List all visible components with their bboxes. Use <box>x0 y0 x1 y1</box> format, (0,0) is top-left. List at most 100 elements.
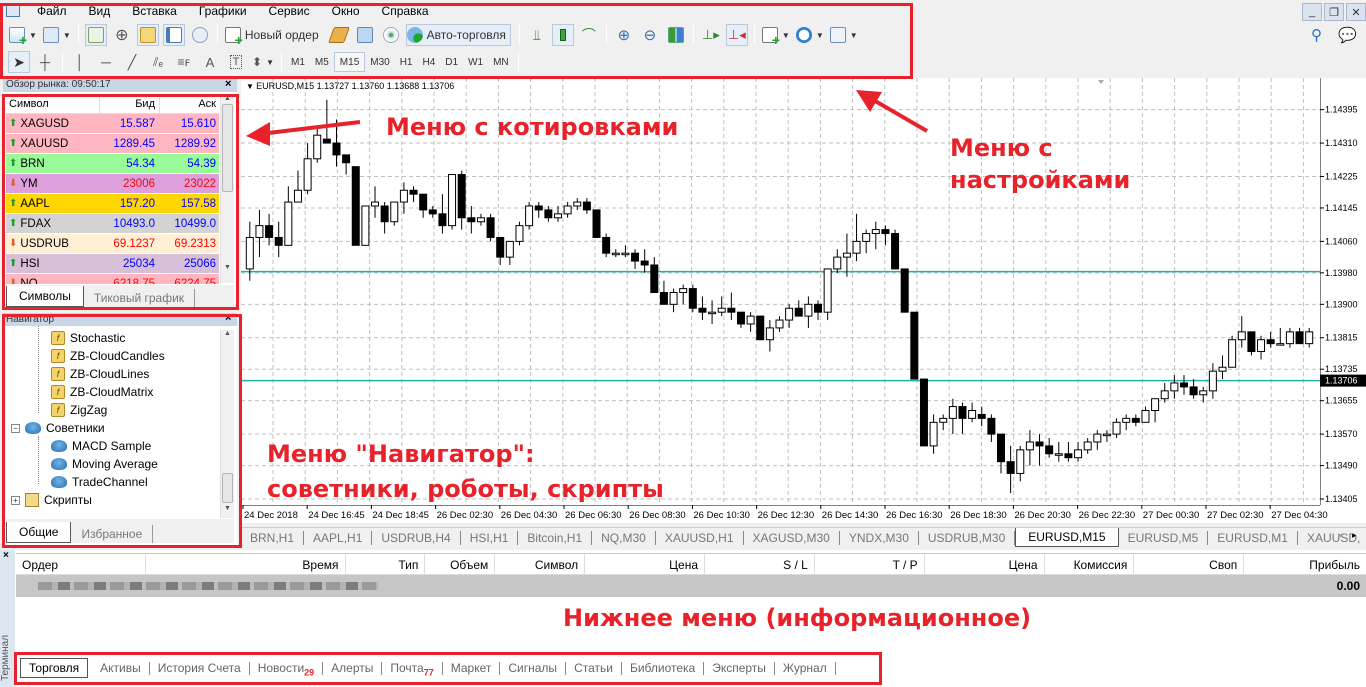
terminal-tab[interactable]: Статьи <box>566 661 622 675</box>
scroll-up-icon[interactable]: ▲ <box>221 330 234 337</box>
navigator-close-icon[interactable]: × <box>225 312 231 324</box>
timeframe-m1[interactable]: M1 <box>286 52 310 72</box>
fibonacci-button[interactable]: ≡ꜰ <box>173 51 195 73</box>
navigator-item-expert[interactable]: MACD Sample <box>51 437 151 455</box>
chart-tab[interactable]: AAPL,H1 <box>304 531 373 545</box>
terminal-tab[interactable]: Библиотека <box>622 661 705 675</box>
new-chart-button[interactable]: + ▼ <box>8 24 38 47</box>
column-ask[interactable]: Аск <box>159 95 219 113</box>
terminal-button[interactable] <box>162 24 185 46</box>
menu-window[interactable]: Окно <box>321 0 371 22</box>
timeframe-d1[interactable]: D1 <box>440 52 463 72</box>
tile-windows-button[interactable] <box>665 24 687 46</box>
new-order-button[interactable]: + Новый ордер <box>224 24 324 47</box>
timeframe-mn[interactable]: MN <box>488 52 514 72</box>
crosshair-button[interactable]: ┼ <box>34 51 56 73</box>
timeframe-m5[interactable]: M5 <box>310 52 334 72</box>
menu-file[interactable]: Файл <box>26 0 78 22</box>
bar-chart-button[interactable]: ⫫ <box>526 24 548 46</box>
terminal-tab[interactable]: Активы <box>92 661 150 675</box>
market-watch-row[interactable]: ⬆ HSI 25034 25066 <box>6 254 219 274</box>
timeframe-m15[interactable]: M15 <box>333 52 366 72</box>
terminal-tab[interactable]: Новости29 <box>250 661 324 677</box>
terminal-tab[interactable]: Алерты <box>323 661 383 675</box>
column-header[interactable]: Цена <box>585 554 705 574</box>
terminal-tab[interactable]: Журнал <box>775 661 836 675</box>
collapse-icon[interactable]: − <box>11 423 20 433</box>
indicators-button[interactable]: + ▼ <box>761 24 791 47</box>
text-label-button[interactable]: T <box>225 51 247 73</box>
expand-icon[interactable]: + <box>11 495 20 505</box>
horizontal-line-button[interactable]: ─ <box>95 51 117 73</box>
menu-insert[interactable]: Вставка <box>121 0 188 22</box>
terminal-tab[interactable]: Сигналы <box>500 661 567 675</box>
timeframe-h1[interactable]: H1 <box>395 52 418 72</box>
chart-tab[interactable]: BRN,H1 <box>241 531 305 545</box>
navigator-folder-scripts[interactable]: + Скрипты <box>11 491 92 509</box>
scroll-down-icon[interactable]: ▼ <box>221 264 234 271</box>
menu-view[interactable]: Вид <box>78 0 122 22</box>
chart-tab[interactable]: EURUSD,M1 <box>1208 531 1298 545</box>
close-button[interactable]: ✕ <box>1346 3 1366 21</box>
tab-favorites[interactable]: Избранное <box>71 525 154 543</box>
chart-shift-button[interactable]: ⊥◂ <box>725 24 748 46</box>
market-watch-scrollbar[interactable]: ▲ ▼ <box>220 95 234 283</box>
time-axis[interactable]: 24 Dec 2018 24 Dec 16:45 24 Dec 18:45 26 De… <box>241 504 1366 523</box>
terminal-tab[interactable]: Торговля <box>20 658 89 678</box>
scroll-up-icon[interactable]: ▲ <box>221 95 234 102</box>
chart-tab[interactable]: Bitcoin,H1 <box>518 531 593 545</box>
menu-tools[interactable]: Сервис <box>258 0 321 22</box>
column-header[interactable]: Тип <box>346 554 426 574</box>
column-header[interactable]: Цена <box>925 554 1045 574</box>
chart-tab[interactable]: XAGUSD,M30 <box>744 531 840 545</box>
terminal-tab[interactable]: Маркет <box>443 661 501 675</box>
timeframe-w1[interactable]: W1 <box>463 52 488 72</box>
chart-tab[interactable]: NQ,M30 <box>592 531 656 545</box>
terminal-close-icon[interactable]: × <box>0 550 15 561</box>
price-axis[interactable]: 1.14395 1.14310 1.14225 1.14145 1.14060 1.139… <box>1319 78 1366 523</box>
market-watch-row[interactable]: ⬆ BRN 54.34 54.39 <box>6 154 219 174</box>
profiles-button[interactable]: ▼ <box>42 24 72 46</box>
zoom-in-button[interactable]: ⊕ <box>613 24 635 46</box>
scroll-down-icon[interactable]: ▼ <box>221 505 234 512</box>
community-button[interactable] <box>354 24 376 46</box>
market-watch-close-icon[interactable]: × <box>225 78 231 90</box>
tabs-scroll-right-icon[interactable]: ▸ <box>1352 530 1357 541</box>
column-header[interactable]: Время <box>146 554 346 574</box>
chart-tab[interactable]: XAUUSD,H1 <box>656 531 744 545</box>
market-watch-row[interactable]: ⬆ AAPL 157.20 157.58 <box>6 194 219 214</box>
chart-tab[interactable]: USDRUB,M30 <box>919 531 1016 545</box>
menu-charts[interactable]: Графики <box>188 0 258 22</box>
column-header[interactable]: Объем <box>425 554 496 574</box>
navigator-item-expert[interactable]: Moving Average <box>51 455 158 473</box>
chart-tab[interactable]: HSI,H1 <box>461 531 519 545</box>
column-symbol[interactable]: Символ <box>6 95 99 113</box>
column-header[interactable]: Своп <box>1134 554 1245 574</box>
terminal-tab[interactable]: История Счета <box>150 661 250 675</box>
line-chart-button[interactable]: ⌒ <box>578 24 600 46</box>
navigator-item-expert[interactable]: TradeChannel <box>51 473 148 491</box>
terminal-tab[interactable]: Почта77 <box>382 661 443 677</box>
menu-help[interactable]: Справка <box>371 0 440 22</box>
strategy-tester-button[interactable] <box>189 24 211 46</box>
column-header[interactable]: T / P <box>815 554 925 574</box>
vertical-line-button[interactable]: │ <box>69 51 91 73</box>
navigator-scrollbar[interactable]: ▲ ▼ <box>220 330 234 518</box>
candlestick-button[interactable] <box>551 24 574 46</box>
market-watch-row[interactable]: ⬇ YM 23006 23022 <box>6 174 219 194</box>
chart-tab[interactable]: EURUSD,M5 <box>1119 531 1209 545</box>
cursor-button[interactable]: ➤ <box>8 51 30 73</box>
column-bid[interactable]: Бид <box>99 95 159 113</box>
tab-tick-chart[interactable]: Тиковый график <box>84 289 196 307</box>
metaeditor-button[interactable] <box>327 24 350 46</box>
zoom-out-button[interactable]: ⊖ <box>639 24 661 46</box>
column-header[interactable]: Комиссия <box>1045 554 1135 574</box>
navigator-folder-experts[interactable]: − Советники <box>11 419 105 437</box>
navigator-item-indicator[interactable]: f ZB-CloudMatrix <box>51 383 153 401</box>
navigator-item-indicator[interactable]: f ZB-CloudCandles <box>51 347 165 365</box>
data-window-button[interactable]: ⊕ <box>111 24 133 46</box>
chart-tab[interactable]: EURUSD,M15 <box>1015 528 1119 547</box>
search-icon[interactable]: ⚲ <box>1311 26 1322 44</box>
chart-tab[interactable]: YNDX,M30 <box>840 531 919 545</box>
auto-scroll-button[interactable]: ⊥▸ <box>700 24 722 46</box>
